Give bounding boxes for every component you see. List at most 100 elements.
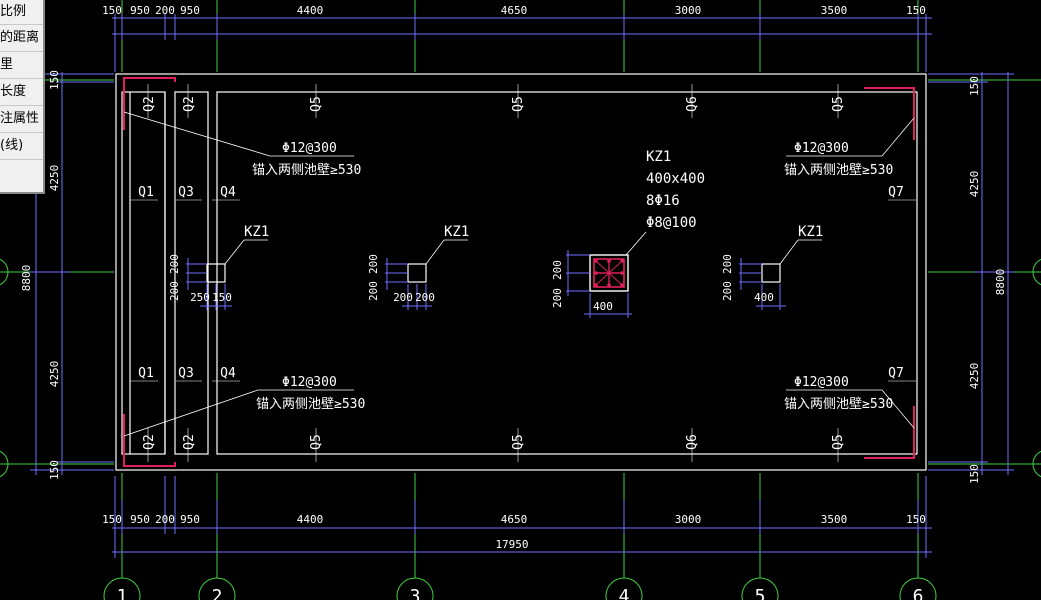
wall-tag-q3: Q3 bbox=[178, 366, 194, 381]
column-tag-kz1: KZ1 bbox=[244, 224, 269, 240]
wall-tag-q5: Q5 bbox=[309, 434, 324, 450]
wall-tag-q1: Q1 bbox=[138, 366, 154, 381]
left-dim: 150 bbox=[48, 70, 61, 90]
column-detail-line: 400x400 bbox=[646, 171, 705, 187]
axis-label-5: 5 bbox=[755, 586, 766, 600]
anchor-note: 锚入两侧池壁≥530 bbox=[784, 163, 893, 178]
col-dim: 200 bbox=[415, 291, 435, 304]
menu-item-length[interactable]: 长度 bbox=[0, 79, 43, 106]
column-kz1-b bbox=[407, 263, 427, 283]
bottom-dim: 950 bbox=[130, 513, 150, 526]
column-detail-line: KZ1 bbox=[646, 149, 671, 165]
rebar-notes: Φ12@300 锚入两侧池壁≥530 Φ12@300 锚入两侧池壁≥530 Φ1… bbox=[252, 141, 893, 412]
top-dim: 3000 bbox=[675, 4, 702, 17]
menu-item-measure[interactable]: 里 bbox=[0, 52, 43, 79]
col-dim: 200 bbox=[551, 288, 564, 308]
wall-tag-q2: Q2 bbox=[142, 434, 157, 450]
left-dim: 4250 bbox=[48, 361, 61, 388]
col-dim: 150 bbox=[212, 291, 232, 304]
col-dim: 200 bbox=[367, 281, 380, 301]
top-dim: 4650 bbox=[501, 4, 528, 17]
col-dim: 250 bbox=[190, 291, 210, 304]
axis-label-2: 2 bbox=[212, 586, 223, 600]
column-tag-kz1: KZ1 bbox=[798, 224, 823, 240]
right-dim: 150 bbox=[968, 76, 981, 96]
menu-item-line[interactable]: (线) bbox=[0, 133, 43, 160]
bottom-dim: 150 bbox=[102, 513, 122, 526]
bottom-total-dim: 17950 bbox=[495, 538, 528, 551]
column-dimension-labels: 200 200 250 150 200 200 200 200 200 200 … bbox=[168, 254, 774, 313]
column-dimension-lines bbox=[186, 250, 786, 318]
col-dim: 200 bbox=[551, 260, 564, 280]
anchor-note: 锚入两侧池壁≥530 bbox=[784, 397, 893, 412]
column-kz1-c bbox=[761, 263, 781, 283]
anchor-note: 锚入两侧池壁≥530 bbox=[256, 397, 365, 412]
left-dim: 150 bbox=[48, 460, 61, 480]
col-dim: 200 bbox=[168, 254, 181, 274]
left-dim: 4250 bbox=[48, 165, 61, 192]
cad-drawing-canvas[interactable]: 1 2 3 4 5 6 150 950 200 950 4400 4650 30… bbox=[0, 0, 1041, 600]
axis-lines bbox=[0, 0, 1041, 578]
col-dim: 400 bbox=[754, 291, 774, 304]
wall-tag-q5: Q5 bbox=[309, 96, 324, 112]
menu-item-scale[interactable]: 比例 bbox=[0, 0, 43, 25]
wall-tag-q5: Q5 bbox=[831, 96, 846, 112]
wall-tag-q5: Q5 bbox=[511, 96, 526, 112]
right-total-dim: 8800 bbox=[994, 269, 1007, 296]
bottom-dim: 950 bbox=[180, 513, 200, 526]
top-dimension-labels: 150 950 200 950 4400 4650 3000 3500 150 bbox=[102, 4, 926, 17]
menu-item-properties[interactable]: 注属性 bbox=[0, 106, 43, 133]
axis-label-6: 6 bbox=[913, 586, 924, 600]
top-dim: 200 bbox=[155, 4, 175, 17]
column-kz1-a bbox=[206, 263, 226, 283]
context-menu: 比例 的距离 里 长度 注属性 (线) bbox=[0, 0, 45, 194]
col-dim: 200 bbox=[721, 254, 734, 274]
col-dim: 200 bbox=[393, 291, 413, 304]
top-dim: 150 bbox=[906, 4, 926, 17]
top-dim: 950 bbox=[180, 4, 200, 17]
bottom-dim: 3000 bbox=[675, 513, 702, 526]
rebar-note: Φ12@300 bbox=[282, 141, 337, 156]
wall-tag-q3: Q3 bbox=[178, 185, 194, 200]
bottom-dim: 200 bbox=[155, 513, 175, 526]
col-dim: 200 bbox=[168, 281, 181, 301]
axis-label-3: 3 bbox=[410, 586, 421, 600]
top-dim: 4400 bbox=[297, 4, 324, 17]
rebar-note: Φ12@300 bbox=[282, 375, 337, 390]
col-dim: 200 bbox=[367, 254, 380, 274]
axis-label-1: 1 bbox=[117, 586, 128, 600]
bottom-dim: 3500 bbox=[821, 513, 848, 526]
bottom-dimension-labels: 150 950 200 950 4400 4650 3000 3500 150 … bbox=[102, 513, 926, 551]
right-dim: 150 bbox=[968, 464, 981, 484]
axis-bubble-labels: 1 2 3 4 5 6 bbox=[117, 586, 924, 600]
column-kz1-detail bbox=[589, 254, 629, 292]
column-tag-kz1: KZ1 bbox=[444, 224, 469, 240]
columns bbox=[206, 263, 781, 283]
wall-tag-q2: Q2 bbox=[182, 434, 197, 450]
top-dim: 3500 bbox=[821, 4, 848, 17]
right-dim: 4250 bbox=[968, 171, 981, 198]
left-total-dim: 8800 bbox=[20, 265, 33, 292]
floor-plan-svg: 1 2 3 4 5 6 150 950 200 950 4400 4650 30… bbox=[0, 0, 1041, 600]
bottom-dim: 150 bbox=[906, 513, 926, 526]
wall-tag-q5: Q5 bbox=[831, 434, 846, 450]
wall-tag-q6: Q6 bbox=[685, 96, 700, 112]
menu-item-distance[interactable]: 的距离 bbox=[0, 25, 43, 52]
wall-tag-q4: Q4 bbox=[220, 366, 236, 381]
wall-tag-q5: Q5 bbox=[511, 434, 526, 450]
rebar-note: Φ12@300 bbox=[794, 375, 849, 390]
right-dimension-labels: 150 4250 4250 150 8800 bbox=[968, 76, 1007, 484]
column-detail-line: 8Φ16 bbox=[646, 193, 680, 209]
col-dim: 200 bbox=[721, 281, 734, 301]
left-wall-q2-outline bbox=[121, 91, 166, 455]
right-dim: 4250 bbox=[968, 363, 981, 390]
column-detail-line: Φ8@100 bbox=[646, 215, 697, 231]
col-dim: 400 bbox=[593, 300, 613, 313]
anchor-note: 锚入两侧池壁≥530 bbox=[252, 163, 361, 178]
rebar-note: Φ12@300 bbox=[794, 141, 849, 156]
top-dim: 950 bbox=[130, 4, 150, 17]
wall-tag-q1: Q1 bbox=[138, 185, 154, 200]
wall-tag-q2: Q2 bbox=[142, 96, 157, 112]
wall-tag-q7: Q7 bbox=[888, 185, 904, 200]
wall-tag-q2: Q2 bbox=[182, 96, 197, 112]
